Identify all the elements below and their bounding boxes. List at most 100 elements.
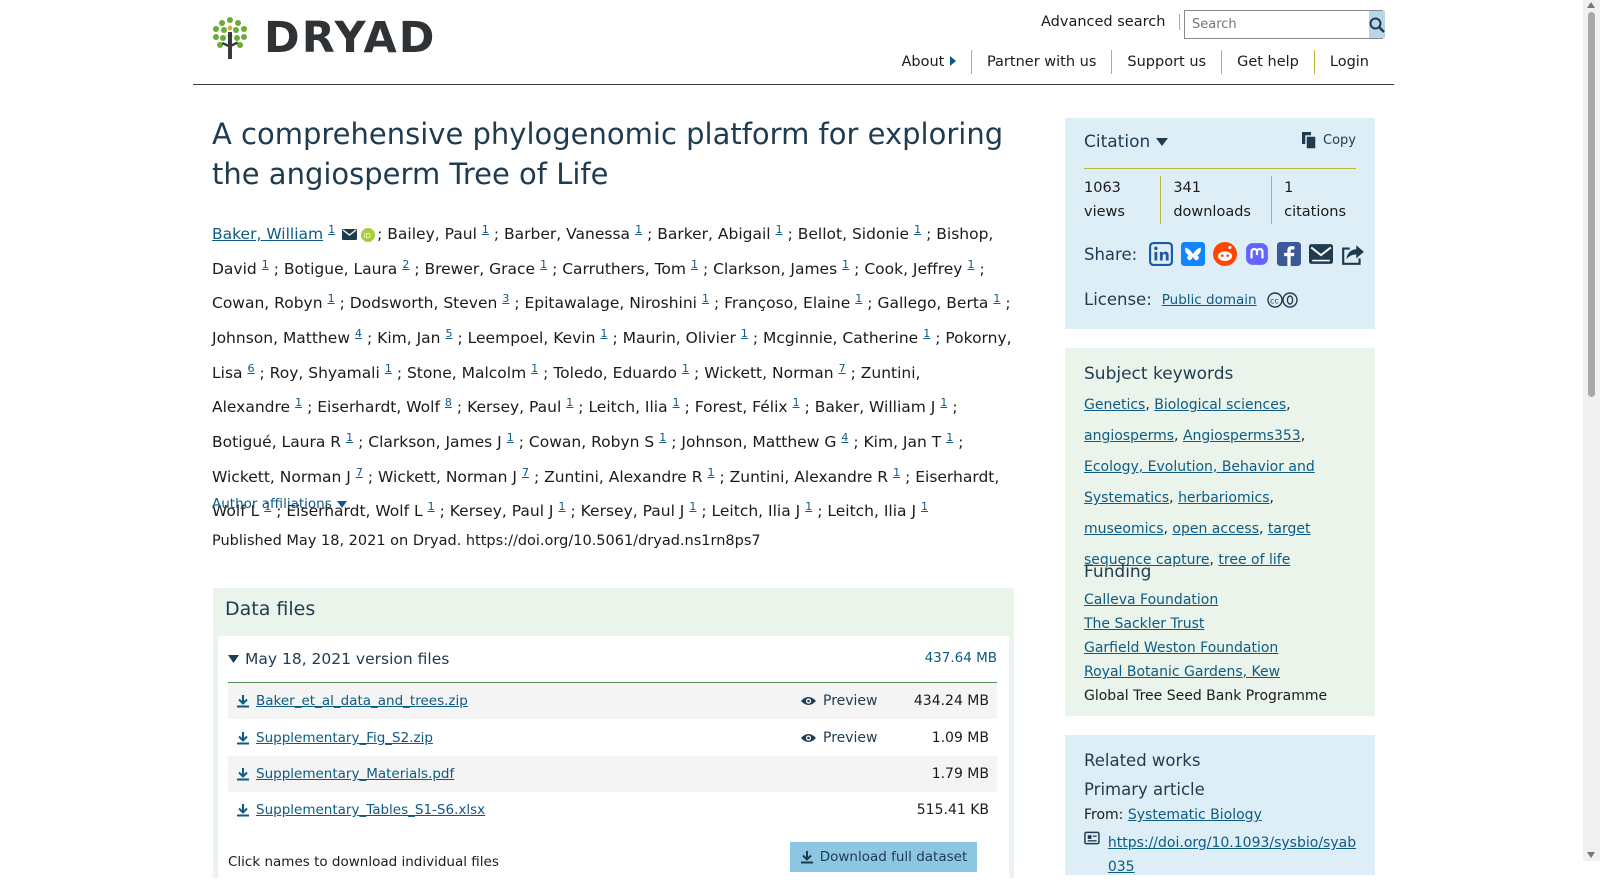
affiliation-ref[interactable]: 1	[673, 396, 680, 409]
citation-toggle[interactable]: Citation	[1084, 132, 1169, 152]
email-icon[interactable]	[1309, 242, 1334, 266]
keyword-link[interactable]: museomics	[1084, 521, 1164, 537]
scroll-up-arrow[interactable]	[1587, 2, 1595, 8]
affiliation-ref[interactable]: 1	[682, 362, 689, 375]
keyword-link[interactable]: Biological sciences	[1154, 397, 1286, 413]
funder-link[interactable]: Royal Botanic Gardens, Kew	[1084, 660, 1327, 684]
email-author-icon[interactable]	[342, 229, 358, 241]
affiliation-ref[interactable]: 1	[741, 327, 748, 340]
affiliation-ref[interactable]: 1	[428, 500, 435, 513]
affiliation-ref[interactable]: 1	[708, 466, 715, 479]
affiliation-ref[interactable]: 1	[328, 292, 335, 305]
file-download-link[interactable]: Supplementary_Tables_S1-S6.xlsx	[256, 802, 485, 818]
affiliation-ref[interactable]: 1	[507, 431, 514, 444]
version-toggle[interactable]: May 18, 2021 version files	[228, 650, 449, 668]
affiliation-ref[interactable]: 8	[445, 396, 452, 409]
affiliation-ref[interactable]: 1	[691, 258, 698, 271]
scroll-down-arrow[interactable]	[1587, 852, 1595, 858]
author-affiliations-toggle[interactable]: Author affiliations	[212, 496, 347, 512]
bluesky-icon[interactable]	[1181, 242, 1206, 266]
affiliation-ref[interactable]: 1	[893, 466, 900, 479]
affiliation-ref[interactable]: 1	[946, 431, 953, 444]
affiliation-ref[interactable]: 1	[482, 223, 489, 236]
affiliation-ref[interactable]: 1	[689, 500, 696, 513]
funder-link[interactable]: Calleva Foundation	[1084, 588, 1327, 612]
affiliation-ref[interactable]: 1	[923, 327, 930, 340]
copy-citation-button[interactable]: Copy	[1301, 132, 1356, 149]
funder-link[interactable]: The Sackler Trust	[1084, 612, 1327, 636]
search-button[interactable]	[1369, 11, 1385, 38]
affiliation-ref[interactable]: 4	[355, 327, 362, 340]
keyword-link[interactable]: angiosperms	[1084, 428, 1174, 444]
from-label: From:	[1084, 807, 1124, 823]
version-header[interactable]: May 18, 2021 version files 437.64 MB	[228, 650, 997, 683]
tree-logo-icon	[213, 17, 247, 59]
mastodon-icon[interactable]	[1245, 242, 1269, 266]
page-scrollbar[interactable]	[1583, 0, 1600, 861]
file-download-link[interactable]: Supplementary_Materials.pdf	[256, 766, 454, 782]
nav-partner[interactable]: Partner with us	[970, 50, 1111, 74]
affiliation-ref[interactable]: 1	[328, 223, 335, 236]
keyword-link[interactable]: Genetics	[1084, 397, 1145, 413]
nav-support[interactable]: Support us	[1111, 50, 1221, 74]
related-doi-link[interactable]: https://doi.org/10.1093/sysbio/syab035	[1108, 831, 1364, 879]
affiliation-ref[interactable]: 1	[702, 292, 709, 305]
affiliation-ref[interactable]: 1	[635, 223, 642, 236]
affiliation-ref[interactable]: 1	[793, 396, 800, 409]
nav-about[interactable]: About	[886, 50, 970, 74]
journal-link[interactable]: Systematic Biology	[1128, 807, 1262, 823]
affiliation-ref[interactable]: 6	[248, 362, 255, 375]
share-icon[interactable]	[1341, 242, 1365, 266]
keyword-link[interactable]: tree of life	[1218, 552, 1290, 568]
orcid-icon[interactable]: iD	[361, 227, 376, 242]
affiliation-ref[interactable]: 7	[839, 362, 846, 375]
metric-label: views	[1084, 204, 1125, 220]
advanced-search-link[interactable]: Advanced search	[1041, 14, 1181, 30]
affiliation-ref[interactable]: 1	[993, 292, 1000, 305]
license-link[interactable]: Public domain	[1162, 292, 1257, 308]
author-name-link[interactable]: Baker, William	[212, 225, 323, 243]
scrollbar-thumb[interactable]	[1588, 12, 1595, 397]
affiliation-ref[interactable]: 1	[921, 500, 928, 513]
affiliation-ref[interactable]: 1	[531, 362, 538, 375]
affiliation-ref[interactable]: 1	[385, 362, 392, 375]
affiliation-ref[interactable]: 1	[262, 258, 269, 271]
affiliation-ref[interactable]: 1	[940, 396, 947, 409]
affiliation-ref[interactable]: 3	[502, 292, 509, 305]
download-full-dataset-button[interactable]: Download full dataset	[790, 842, 977, 872]
caret-down-icon	[228, 655, 239, 663]
affiliation-ref[interactable]: 1	[540, 258, 547, 271]
preview-button[interactable]: Preview	[800, 730, 878, 746]
funder-link[interactable]: Garfield Weston Foundation	[1084, 636, 1327, 660]
affiliation-ref[interactable]: 1	[914, 223, 921, 236]
affiliation-ref[interactable]: 1	[600, 327, 607, 340]
affiliation-ref[interactable]: 1	[967, 258, 974, 271]
reddit-icon[interactable]	[1213, 242, 1238, 266]
linkedin-icon[interactable]	[1149, 242, 1174, 266]
affiliation-ref[interactable]: 1	[855, 292, 862, 305]
file-download-link[interactable]: Baker_et_al_data_and_trees.zip	[256, 693, 468, 709]
search-input[interactable]	[1185, 11, 1369, 38]
affiliation-ref[interactable]: 7	[356, 466, 363, 479]
affiliation-ref[interactable]: 1	[566, 396, 573, 409]
affiliation-ref[interactable]: 1	[659, 431, 666, 444]
affiliation-ref[interactable]: 1	[295, 396, 302, 409]
keyword-link[interactable]: Angiosperms353	[1183, 428, 1301, 444]
affiliation-ref[interactable]: 5	[446, 327, 453, 340]
keyword-link[interactable]: open access	[1172, 521, 1259, 537]
preview-button[interactable]: Preview	[800, 693, 878, 709]
affiliation-ref[interactable]: 1	[776, 223, 783, 236]
nav-help[interactable]: Get help	[1221, 50, 1314, 74]
nav-login[interactable]: Login	[1313, 50, 1384, 74]
affiliation-ref[interactable]: 1	[805, 500, 812, 513]
affiliation-ref[interactable]: 1	[842, 258, 849, 271]
keyword-link[interactable]: herbariomics	[1178, 490, 1269, 506]
affiliation-ref[interactable]: 1	[346, 431, 353, 444]
affiliation-ref[interactable]: 1	[559, 500, 566, 513]
dryad-logo[interactable]: DRYAD	[212, 16, 436, 60]
affiliation-ref[interactable]: 4	[841, 431, 848, 444]
facebook-icon[interactable]	[1277, 242, 1302, 266]
affiliation-ref[interactable]: 2	[402, 258, 409, 271]
file-download-link[interactable]: Supplementary_Fig_S2.zip	[256, 730, 433, 746]
affiliation-ref[interactable]: 7	[522, 466, 529, 479]
